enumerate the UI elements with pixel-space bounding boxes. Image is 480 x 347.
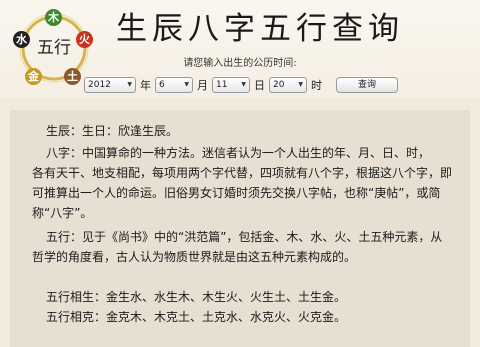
wood-element-icon: 木 bbox=[45, 9, 62, 26]
wuxing-center-label: 五行 bbox=[37, 38, 71, 58]
hour-value: 20 bbox=[273, 80, 285, 90]
day-unit: 日 bbox=[254, 79, 265, 92]
fire-element-icon: 火 bbox=[76, 31, 93, 48]
bazi-line-4: 称“八字”。 bbox=[32, 206, 93, 220]
wuxing-line-2: 哲学的角度看，古人认为物质世界就是由这五种元素构成的。 bbox=[32, 250, 357, 264]
bazi-line-2: 各有天干、地支相配，每项用两个字代替，四项就有八个字，根据这八个字，即 bbox=[32, 166, 453, 180]
query-button[interactable]: 查询 bbox=[336, 77, 398, 93]
header: 木 火 土 金 水 五行 生辰八字五行查询 请您输入出生的公历时间: 2012 … bbox=[0, 0, 480, 98]
chevron-down-icon: ▼ bbox=[241, 81, 246, 88]
page-title: 生辰八字五行查询 bbox=[116, 11, 404, 47]
wuxing-sheng-line: 五行相生：金生水、水生木、木生火、火生土、土生金。 bbox=[46, 290, 347, 304]
wuxing-ke-line: 五行相克：金克木、木克土、土克水、水克火、火克金。 bbox=[46, 310, 347, 324]
metal-element-icon: 金 bbox=[25, 68, 42, 85]
month-value: 6 bbox=[159, 80, 165, 90]
year-select[interactable]: 2012 ▼ bbox=[84, 77, 136, 93]
month-select[interactable]: 6 ▼ bbox=[155, 77, 193, 93]
date-prompt: 请您输入出生的公历时间: bbox=[183, 58, 297, 69]
water-element-icon: 水 bbox=[13, 31, 30, 48]
bazi-line-1: 八字：中国算命的一种方法。迷信者认为一个人出生的年、月、日、时， bbox=[46, 146, 431, 160]
date-form: 2012 ▼ 年 6 ▼ 月 11 ▼ 日 20 ▼ 时 查询 bbox=[84, 76, 398, 94]
chevron-down-icon: ▼ bbox=[298, 81, 303, 88]
bazi-line-3: 可推算出一个人的命运。旧俗男女订婚时须先交换八字帖，也称“庚帖”，或简 bbox=[32, 186, 441, 200]
day-value: 11 bbox=[216, 80, 228, 90]
year-value: 2012 bbox=[88, 80, 111, 90]
chevron-down-icon: ▼ bbox=[184, 81, 189, 88]
chevron-down-icon: ▼ bbox=[127, 81, 132, 88]
earth-element-icon: 土 bbox=[64, 68, 81, 85]
wuxing-line-1: 五行：见于《尚书》中的“洪范篇”，包括金、木、水、火、土五种元素，从 bbox=[46, 230, 443, 244]
hour-select[interactable]: 20 ▼ bbox=[269, 77, 307, 93]
month-unit: 月 bbox=[197, 79, 208, 92]
day-select[interactable]: 11 ▼ bbox=[212, 77, 250, 93]
year-unit: 年 bbox=[140, 79, 151, 92]
hour-unit: 时 bbox=[311, 79, 322, 92]
result-panel: 生辰：生日：欣逢生辰。 八字：中国算命的一种方法。迷信者认为一个人出生的年、月、… bbox=[10, 110, 470, 347]
birthday-line: 生辰：生日：欣逢生辰。 bbox=[46, 124, 179, 138]
